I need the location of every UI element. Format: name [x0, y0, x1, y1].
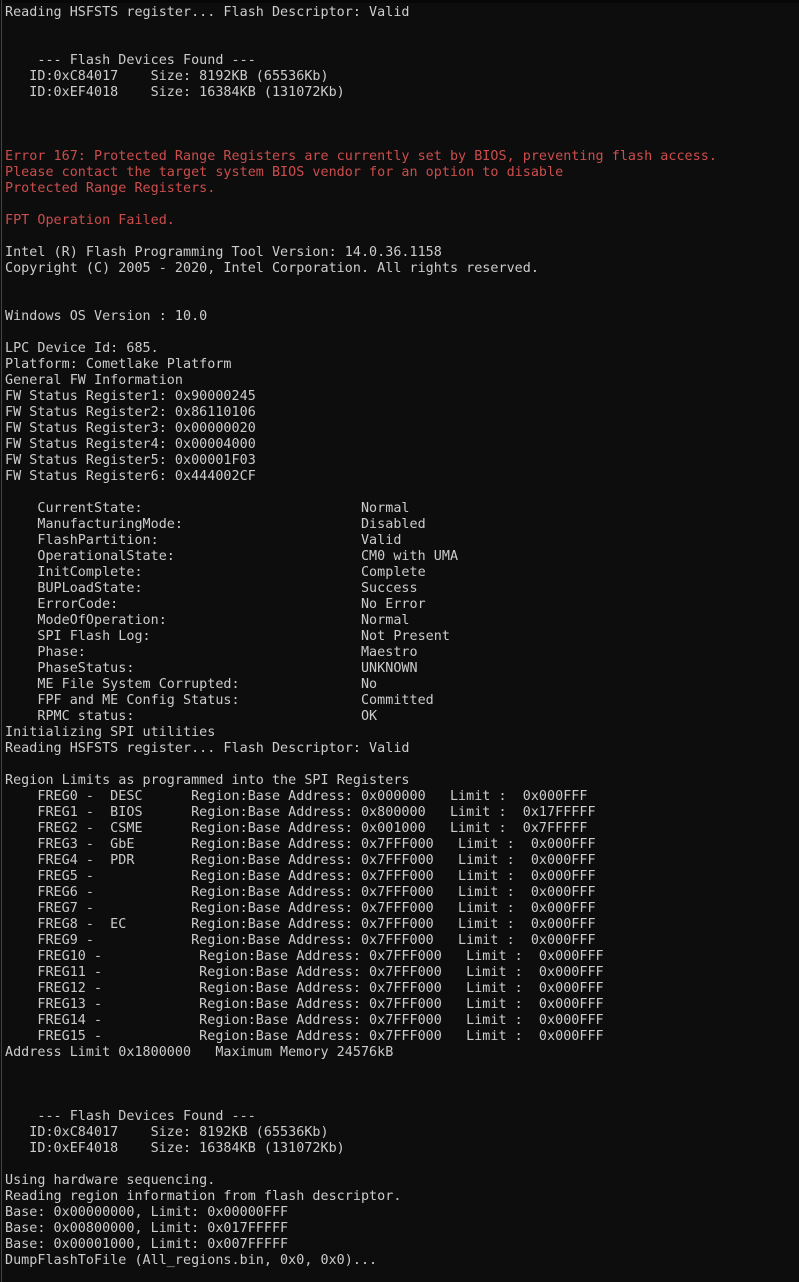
- window-left-border: [1, 0, 2, 1282]
- console-line: FW Status Register6: 0x444002CF: [5, 469, 256, 484]
- console-line: ErrorCode: No Error: [5, 597, 426, 612]
- console-line: Base: 0x00800000, Limit: 0x017FFFFF: [5, 1221, 289, 1236]
- console-line: Windows OS Version : 10.0: [5, 309, 208, 324]
- console-line: Address Limit 0x1800000 Maximum Memory 2…: [5, 1045, 394, 1060]
- console-line: FW Status Register3: 0x00000020: [5, 421, 256, 436]
- console-line: InitComplete: Complete: [5, 565, 426, 580]
- console-line: ModeOfOperation: Normal: [5, 613, 410, 628]
- console-line: FREG8 - EC Region:Base Address: 0x7FFF00…: [5, 917, 596, 932]
- console-line: FPT Operation Failed.: [5, 213, 175, 228]
- console-line: SPI Flash Log: Not Present: [5, 629, 450, 644]
- console-line: DumpFlashToFile (All_regions.bin, 0x0, 0…: [5, 1253, 378, 1268]
- console-window[interactable]: Reading HSFSTS register... Flash Descrip…: [0, 0, 799, 1282]
- console-output-text: Reading HSFSTS register... Flash Descrip…: [5, 5, 795, 1282]
- console-line: FREG4 - PDR Region:Base Address: 0x7FFF0…: [5, 853, 596, 868]
- console-line: FREG2 - CSME Region:Base Address: 0x0010…: [5, 821, 588, 836]
- console-line: ManufacturingMode: Disabled: [5, 517, 426, 532]
- console-line: FREG3 - GbE Region:Base Address: 0x7FFF0…: [5, 837, 596, 852]
- console-line: FREG10 - Region:Base Address: 0x7FFF000 …: [5, 949, 604, 964]
- console-line: FREG13 - Region:Base Address: 0x7FFF000 …: [5, 997, 604, 1012]
- console-line: FPF and ME Config Status: Committed: [5, 693, 434, 708]
- console-line: FW Status Register1: 0x90000245: [5, 389, 256, 404]
- console-line: FREG15 - Region:Base Address: 0x7FFF000 …: [5, 1029, 604, 1044]
- console-line: FlashPartition: Valid: [5, 533, 402, 548]
- console-line: FREG0 - DESC Region:Base Address: 0x0000…: [5, 789, 588, 804]
- console-line: FREG9 - Region:Base Address: 0x7FFF000 L…: [5, 933, 596, 948]
- console-line: Reading region information from flash de…: [5, 1189, 402, 1204]
- console-line: FREG12 - Region:Base Address: 0x7FFF000 …: [5, 981, 604, 996]
- console-line: ID:0xC84017 Size: 8192KB (65536Kb): [5, 1125, 329, 1140]
- console-line: Protected Range Registers.: [5, 181, 216, 196]
- console-line: Reading HSFSTS register... Flash Descrip…: [5, 741, 410, 756]
- console-line: RPMC status: OK: [5, 709, 378, 724]
- console-line: FREG6 - Region:Base Address: 0x7FFF000 L…: [5, 885, 596, 900]
- console-line: FREG7 - Region:Base Address: 0x7FFF000 L…: [5, 901, 596, 916]
- console-line: FREG1 - BIOS Region:Base Address: 0x8000…: [5, 805, 596, 820]
- console-line: Base: 0x00000000, Limit: 0x00000FFF: [5, 1205, 289, 1220]
- console-line: Platform: Cometlake Platform: [5, 357, 232, 372]
- console-line: FW Status Register2: 0x86110106: [5, 405, 256, 420]
- console-line: Error 167: Protected Range Registers are…: [5, 149, 717, 164]
- console-line: --- Flash Devices Found ---: [5, 1109, 256, 1124]
- console-line: CurrentState: Normal: [5, 501, 410, 516]
- console-line: Region Limits as programmed into the SPI…: [5, 773, 410, 788]
- console-line: BUPLoadState: Success: [5, 581, 418, 596]
- console-line: Using hardware sequencing.: [5, 1173, 216, 1188]
- console-line: FREG5 - Region:Base Address: 0x7FFF000 L…: [5, 869, 596, 884]
- console-line: Reading HSFSTS register... Flash Descrip…: [5, 5, 410, 20]
- console-line: ID:0xC84017 Size: 8192KB (65536Kb): [5, 69, 329, 84]
- console-line: PhaseStatus: UNKNOWN: [5, 661, 418, 676]
- console-line: FW Status Register5: 0x00001F03: [5, 453, 256, 468]
- console-line: Initializing SPI utilities: [5, 725, 216, 740]
- console-line: ME File System Corrupted: No: [5, 677, 378, 692]
- console-line: FW Status Register4: 0x00004000: [5, 437, 256, 452]
- console-line: Please contact the target system BIOS ve…: [5, 165, 564, 180]
- console-line: LPC Device Id: 685.: [5, 341, 159, 356]
- console-line: Phase: Maestro: [5, 645, 418, 660]
- console-line: OperationalState: CM0 with UMA: [5, 549, 459, 564]
- console-line: FREG11 - Region:Base Address: 0x7FFF000 …: [5, 965, 604, 980]
- console-line: Intel (R) Flash Programming Tool Version…: [5, 245, 442, 260]
- console-line: ID:0xEF4018 Size: 16384KB (131072Kb): [5, 85, 345, 100]
- window-top-edge: [0, 0, 799, 3]
- console-line: Base: 0x00001000, Limit: 0x007FFFFF: [5, 1237, 289, 1252]
- console-line: --- Flash Devices Found ---: [5, 53, 256, 68]
- console-line: ID:0xEF4018 Size: 16384KB (131072Kb): [5, 1141, 345, 1156]
- console-line: General FW Information: [5, 373, 183, 388]
- console-line: Copyright (C) 2005 - 2020, Intel Corpora…: [5, 261, 539, 276]
- console-line: FREG14 - Region:Base Address: 0x7FFF000 …: [5, 1013, 604, 1028]
